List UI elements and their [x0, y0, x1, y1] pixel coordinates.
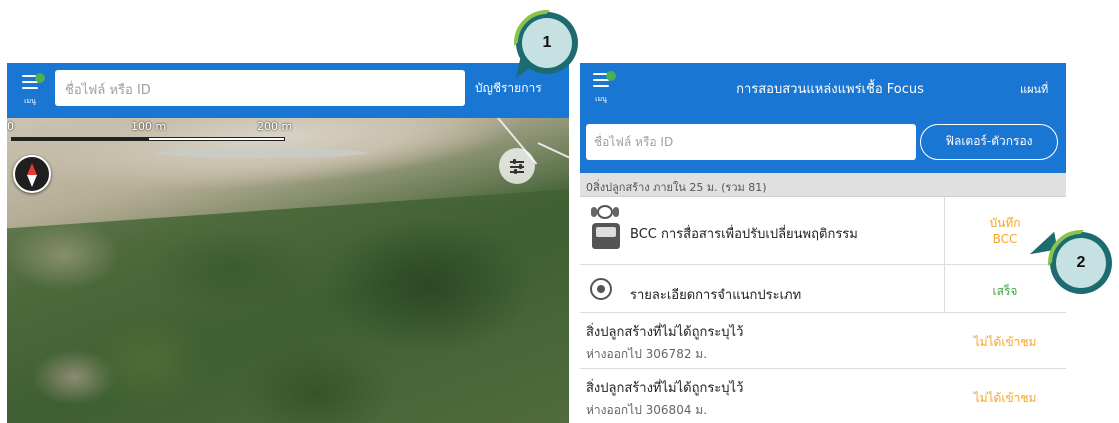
satellite-map[interactable]: 0 100 m 200 m [7, 118, 569, 423]
list-item-distance: ห่างออกไป 306782 ม. [586, 347, 708, 361]
page-title: การสอบสวนแหล่งแพร่เชื้อ Focus [736, 82, 924, 97]
menu-button[interactable]: เมนู [588, 69, 624, 109]
callout-badge: 1 [514, 10, 578, 82]
filter-button[interactable]: ฟิลเตอร์-ตัวกรอง [920, 124, 1058, 160]
list-item[interactable]: BCC การสื่อสารเพื่อปรับเปลี่ยนพฤติกรรม บ… [580, 197, 1066, 265]
target-icon [590, 278, 612, 300]
map-top-bar: เมนู ชื่อไฟล์ หรือ ID บัญชีรายการ [7, 63, 569, 118]
list-item[interactable]: รายละเอียดการจำแนกประเภท เสร็จ [580, 265, 1066, 313]
bcc-robot-icon [588, 205, 624, 253]
map-screen: เมนู ชื่อไฟล์ หรือ ID บัญชีรายการ 0 100 … [7, 63, 569, 423]
done-status[interactable]: เสร็จ [944, 282, 1066, 301]
search-input[interactable]: ชื่อไฟล์ หรือ ID [586, 124, 916, 160]
callout-number: 1 [522, 18, 572, 68]
list-item-distance: ห่างออกไป 306804 ม. [586, 403, 708, 417]
scale-label-zero: 0 [7, 120, 14, 133]
scale-bar: 0 100 m 200 m [7, 118, 307, 158]
scale-label-end: 200 m [257, 120, 293, 133]
callout-badge: 2 [1026, 230, 1112, 294]
list-top-bar: เมนู การสอบสวนแหล่งแพร่เชื้อ Focus แผนที… [580, 63, 1066, 173]
list-item-label: BCC การสื่อสารเพื่อปรับเปลี่ยนพฤติกรรม [630, 227, 858, 242]
scale-label-mid: 100 m [131, 120, 167, 133]
menu-label: เมนู [24, 97, 36, 105]
list-item-label: สิ่งปลูกสร้างที่ไม่ได้ถูกระบุไว้ [586, 325, 744, 340]
summary-bar: 0สิ่งปลูกสร้าง ภายใน 25 ม. (รวม 81) [580, 173, 1066, 197]
compass-icon[interactable] [13, 155, 51, 193]
map-view-link[interactable]: แผนที่ [1020, 80, 1048, 98]
not-visited-status[interactable]: ไม่ได้เข้าชม [944, 389, 1066, 408]
status-dot [606, 71, 616, 81]
list-item[interactable]: สิ่งปลูกสร้างที่ไม่ได้ถูกระบุไว้ ห่างออก… [580, 369, 1066, 423]
not-visited-status[interactable]: ไม่ได้เข้าชม [944, 333, 1066, 352]
sliders-icon[interactable] [499, 148, 535, 184]
status-dot [35, 73, 45, 83]
list-item[interactable]: สิ่งปลูกสร้างที่ไม่ได้ถูกระบุไว้ ห่างออก… [580, 313, 1066, 369]
list-item-label: สิ่งปลูกสร้างที่ไม่ได้ถูกระบุไว้ [586, 381, 744, 396]
menu-label: เมนู [595, 95, 607, 103]
search-input[interactable]: ชื่อไฟล์ หรือ ID [55, 70, 465, 106]
callout-number: 2 [1056, 238, 1106, 288]
menu-button[interactable]: เมนู [17, 71, 53, 111]
list-screen: เมนู การสอบสวนแหล่งแพร่เชื้อ Focus แผนที… [580, 63, 1066, 423]
list-view-link[interactable]: บัญชีรายการ [475, 79, 542, 98]
list-item-label: รายละเอียดการจำแนกประเภท [630, 288, 802, 303]
scale-ruler [11, 137, 285, 141]
